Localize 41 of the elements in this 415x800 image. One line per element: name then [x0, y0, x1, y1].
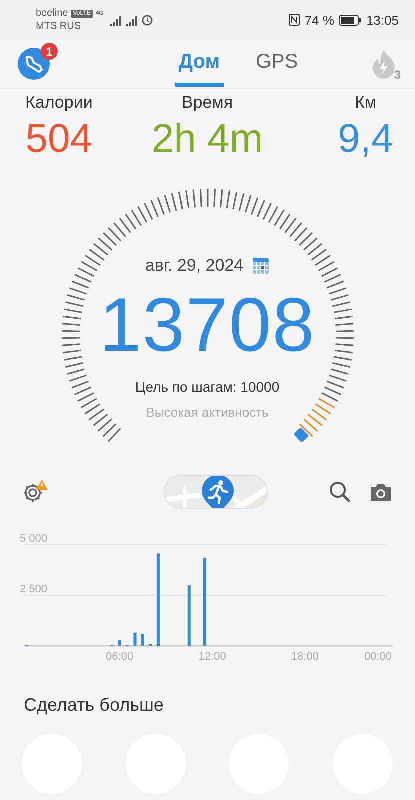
search-icon[interactable] — [329, 481, 351, 503]
carrier-name: beeline — [36, 8, 68, 19]
stat-value: 2h 4m — [152, 117, 264, 162]
settings-icon[interactable] — [22, 480, 48, 504]
x-tick-label: 12:00 — [198, 651, 226, 661]
battery-percent: 74 % — [304, 12, 334, 28]
calendar-icon[interactable] — [252, 257, 270, 275]
step-goal: Цель по шагам: 10000 — [135, 379, 280, 395]
signal-icon — [110, 16, 122, 26]
battery-icon — [339, 14, 362, 26]
y-tick-label: 2 500 — [20, 584, 48, 596]
chart-bar — [118, 640, 122, 646]
clock-time: 13:05 — [366, 12, 399, 28]
y-tick-label: 5 000 — [20, 533, 48, 545]
step-count: 13708 — [99, 282, 316, 369]
signal-icon — [126, 16, 138, 26]
nfc-icon — [288, 14, 300, 26]
progress-ticks-drawing — [299, 398, 336, 438]
stat-value: 504 — [26, 117, 93, 162]
stat-label: Км — [355, 93, 377, 113]
activity-level: Высокая активность — [146, 405, 269, 420]
streak-count: 3 — [394, 68, 401, 82]
x-tick-label: 06:00 — [106, 651, 134, 661]
clock-icon — [142, 14, 153, 26]
stat-value: 9,4 — [338, 117, 394, 162]
runner-pin-icon — [201, 476, 235, 508]
stat-label: Калории — [25, 93, 93, 113]
carrier-name: MTS RUS — [36, 21, 81, 32]
chart-bar — [134, 632, 137, 646]
x-tick-label: 00:00 — [364, 651, 392, 661]
x-tick-label: 18:00 — [292, 651, 320, 661]
chart-bar — [188, 585, 191, 646]
camera-icon[interactable] — [369, 482, 393, 502]
shoe-icon — [24, 55, 44, 73]
chart-bar — [142, 634, 144, 646]
stat-label: Время — [182, 93, 234, 113]
tab[interactable]: Дом — [174, 41, 224, 87]
notification-badge: 1 — [41, 43, 58, 60]
tab[interactable]: GPS — [252, 41, 302, 87]
section-heading: Сделать больше — [23, 695, 165, 716]
date-label: авг. 29, 2024 — [145, 256, 244, 276]
